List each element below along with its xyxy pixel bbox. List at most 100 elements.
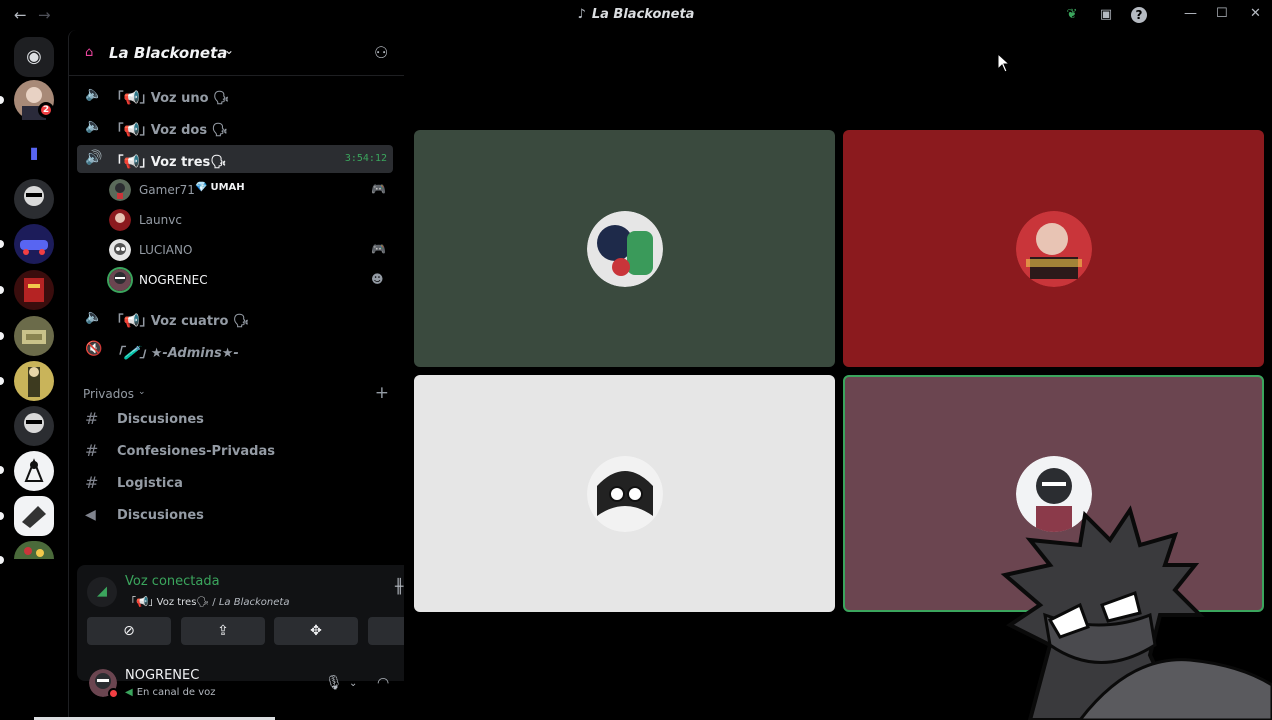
channel-sidebar: ⌂ La Blackoneta ⌄ ⚇ 🔈 ｢📢｣ Voz uno 🗣 🔈 ｢📢… bbox=[68, 30, 465, 720]
server-avatar bbox=[14, 224, 54, 264]
voice-user-name: NOGRENEC bbox=[139, 273, 208, 287]
voice-user-name: Gamer71 bbox=[139, 183, 195, 197]
hashtag-icon: # bbox=[85, 441, 99, 460]
server-icon[interactable] bbox=[14, 496, 54, 536]
inbox-icon[interactable]: ▣ bbox=[1097, 6, 1115, 24]
text-channel-discusiones[interactable]: # Discusiones bbox=[77, 406, 393, 434]
chevron-down-icon: ⌄ bbox=[138, 387, 146, 397]
folder-icon[interactable]: ▮ bbox=[14, 133, 54, 173]
server-icon[interactable] bbox=[14, 316, 54, 356]
gamepad-icon: 🎮 bbox=[371, 242, 386, 256]
user-activity: ◀ En canal de voz bbox=[125, 687, 216, 698]
nitro-leaf-icon[interactable]: ❦ bbox=[1063, 6, 1081, 24]
status-dot bbox=[108, 688, 119, 699]
voice-channel-voz-dos[interactable]: 🔈 ｢📢｣ Voz dos 🗣 bbox=[77, 113, 393, 141]
maximize-button[interactable]: ☐ bbox=[1216, 6, 1228, 21]
text-channel-confesiones-privadas[interactable]: # Confesiones-Privadas bbox=[77, 438, 393, 466]
voice-channel-admins[interactable]: 🔇 ｢🧪｣ ★-Admins★- bbox=[77, 336, 393, 364]
server-avatar bbox=[14, 496, 54, 536]
voice-user-name: LUCIANO bbox=[139, 243, 193, 257]
speaker-icon: 🔈 bbox=[85, 309, 103, 325]
headset-icon[interactable]: ◠ bbox=[377, 675, 389, 691]
guild-boost-icon: ⌂ bbox=[85, 45, 94, 60]
participant-tile[interactable] bbox=[414, 375, 835, 612]
window-title: ♪ La Blackoneta bbox=[0, 7, 1272, 22]
category-name: Privados bbox=[83, 387, 134, 401]
server-avatar bbox=[14, 361, 54, 401]
voice-channel-discusiones[interactable]: ◀ Discusiones bbox=[77, 502, 393, 530]
voice-user-name: Launvc bbox=[139, 213, 182, 227]
voice-channel-voz-uno[interactable]: 🔈 ｢📢｣ Voz uno 🗣 bbox=[77, 81, 393, 109]
camera-off-button[interactable]: ⊘ bbox=[87, 617, 171, 645]
speaker-icon: ◀ bbox=[125, 687, 133, 698]
text-channel-logistica[interactable]: # Logistica bbox=[77, 470, 393, 498]
server-avatar bbox=[14, 451, 54, 491]
server-icon[interactable] bbox=[14, 224, 54, 264]
voice-user[interactable]: NOGRENEC ☻ bbox=[109, 266, 389, 294]
help-icon[interactable]: ? bbox=[1131, 7, 1147, 23]
server-icon[interactable] bbox=[14, 179, 54, 219]
server-icon[interactable] bbox=[14, 406, 54, 446]
hashtag-icon: # bbox=[85, 473, 99, 492]
server-avatar bbox=[14, 406, 54, 446]
chevron-down-icon[interactable]: ⌄ bbox=[224, 43, 234, 57]
participant-avatar bbox=[587, 456, 663, 532]
user-activity-text: En canal de voz bbox=[136, 687, 216, 698]
channel-name: ｢🧪｣ ★-Admins★- bbox=[117, 346, 239, 361]
window-title-text: La Blackoneta bbox=[591, 7, 695, 22]
noise-suppression-icon[interactable]: ╫ bbox=[395, 579, 403, 595]
participant-avatar bbox=[1016, 211, 1092, 287]
server-icon[interactable] bbox=[14, 361, 54, 401]
activities-button[interactable]: ✥ bbox=[274, 617, 358, 645]
voice-channel-voz-cuatro[interactable]: 🔈 ｢📢｣ Voz cuatro 🗣 bbox=[77, 304, 393, 332]
guild-name[interactable]: La Blackoneta bbox=[109, 44, 227, 62]
activity-icon: ☻ bbox=[371, 272, 384, 286]
server-icon[interactable] bbox=[14, 451, 54, 491]
server-avatar bbox=[14, 541, 54, 559]
server-rail: ◉ 2 ▮ bbox=[0, 30, 68, 720]
channel-name: ｢📢｣ Voz dos 🗣 bbox=[117, 123, 229, 138]
microphone-icon[interactable]: 🎙 bbox=[325, 675, 343, 691]
channel-name: Confesiones-Privadas bbox=[117, 444, 275, 459]
avatar bbox=[109, 209, 131, 231]
cursor-arrow bbox=[997, 52, 1011, 73]
participant-tile[interactable] bbox=[414, 130, 835, 367]
speaker-icon: 🔈 bbox=[85, 86, 103, 102]
streamer-overlay-character bbox=[1000, 505, 1272, 720]
server-avatar bbox=[14, 179, 54, 219]
add-channel-icon[interactable]: + bbox=[375, 383, 389, 403]
voice-user[interactable]: Launvc bbox=[109, 206, 389, 234]
username[interactable]: NOGRENEC bbox=[125, 668, 199, 683]
signal-icon[interactable]: ◢ bbox=[87, 577, 117, 607]
channel-name: ｢📢｣ Voz tres🗣 bbox=[117, 155, 227, 170]
participant-tile[interactable] bbox=[843, 130, 1264, 367]
chevron-down-icon[interactable]: ⌄ bbox=[349, 678, 357, 689]
server-tag: 💎 UMAH bbox=[195, 182, 245, 193]
channel-name: ｢📢｣ Voz cuatro 🗣 bbox=[117, 314, 250, 329]
server-icon[interactable] bbox=[14, 270, 54, 310]
guild-header[interactable]: ⌂ La Blackoneta ⌄ ⚇ bbox=[69, 30, 405, 76]
unread-pill bbox=[0, 240, 4, 248]
voice-channel-voz-tres[interactable]: 🔊 ｢📢｣ Voz tres🗣 3:54:12 bbox=[77, 145, 393, 173]
voice-user[interactable]: Gamer71 💎 UMAH 🎮 bbox=[109, 176, 389, 204]
speaker-active-icon: 🔊 bbox=[85, 150, 103, 166]
voice-location[interactable]: ｢📢｣ Voz tres🗣 / La Blackoneta bbox=[131, 593, 289, 608]
unread-pill bbox=[0, 377, 4, 385]
screen-share-button[interactable]: ⇪ bbox=[181, 617, 265, 645]
invite-people-icon[interactable]: ⚇ bbox=[374, 43, 388, 62]
mouse-cursor-icon bbox=[997, 52, 1011, 78]
channel-name: ｢📢｣ Voz uno 🗣 bbox=[117, 91, 230, 106]
unread-pill bbox=[0, 286, 4, 294]
channel-name: Discusiones bbox=[117, 412, 204, 427]
minimize-button[interactable]: — bbox=[1184, 6, 1197, 21]
voice-location-channel: ｢📢｣ Voz tres🗣 bbox=[131, 597, 210, 608]
category-privados[interactable]: Privados ⌄ + bbox=[83, 383, 389, 403]
notification-badge: 2 bbox=[38, 102, 54, 118]
server-icon[interactable] bbox=[14, 541, 54, 559]
voice-user[interactable]: LUCIANO 🎮 bbox=[109, 236, 389, 264]
voice-location-server: La Blackoneta bbox=[218, 597, 290, 608]
home-button[interactable]: ◉ bbox=[14, 37, 54, 77]
voice-status[interactable]: Voz conectada bbox=[125, 574, 220, 589]
close-button[interactable]: ✕ bbox=[1250, 6, 1261, 21]
gamepad-icon: 🎮 bbox=[371, 182, 386, 196]
